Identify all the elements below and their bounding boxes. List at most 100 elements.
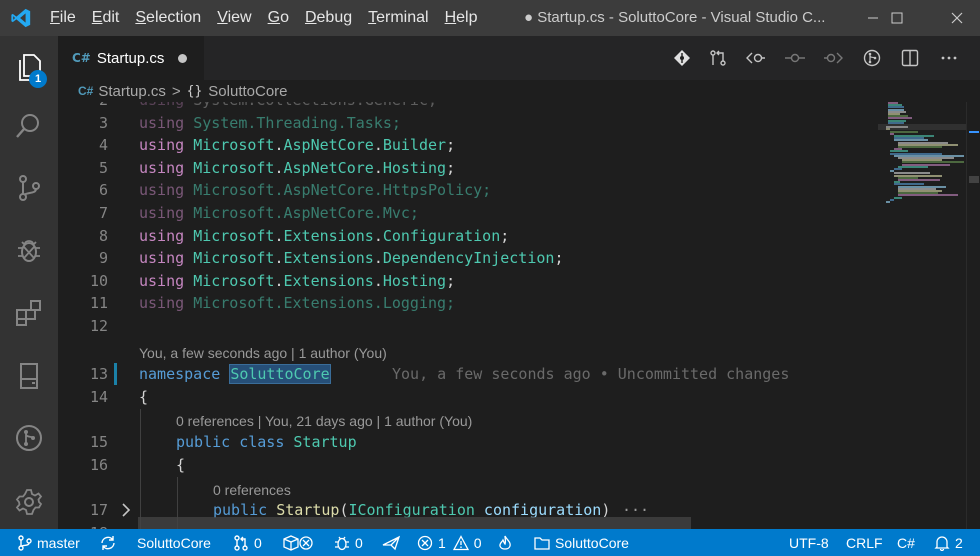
code-line-8: 8 using Microsoft.Extensions.Configuratio…	[58, 225, 878, 248]
fold-chevron-icon[interactable]	[118, 499, 134, 521]
vertical-scrollbar[interactable]	[966, 102, 980, 529]
pull-requests-indicator[interactable]: 0	[233, 529, 262, 556]
branch-indicator[interactable]: master	[18, 529, 80, 556]
minimap-line	[898, 165, 928, 168]
inline-blame: You, a few seconds ago • Uncommitted cha…	[392, 365, 790, 383]
csharp-file-icon: C#	[72, 51, 91, 65]
toggle-blame-icon[interactable]	[860, 46, 884, 70]
code-token: DependencyInjection	[382, 249, 555, 268]
tab-label: Startup.cs	[96, 49, 165, 67]
settings-gear-icon[interactable]	[0, 474, 58, 530]
menu-view[interactable]: View	[209, 0, 259, 36]
gitlens-icon[interactable]	[0, 410, 58, 466]
code-text: using Microsoft.AspNetCore.Builder;	[139, 134, 455, 157]
project-name[interactable]: SoluttoCore	[137, 529, 211, 556]
revision-dot-icon[interactable]	[783, 46, 807, 70]
notification-count: 2	[955, 534, 963, 551]
tab-startup-cs[interactable]: C# Startup.cs	[58, 36, 204, 80]
debug-sessions-indicator[interactable]: 0	[334, 529, 363, 556]
close-window-button[interactable]	[934, 0, 980, 36]
breadcrumb-separator: >	[171, 82, 181, 100]
code-token: Microsoft.AspNetCore.Mvc;	[193, 204, 419, 222]
explorer-badge: 1	[29, 70, 47, 88]
next-revision-icon[interactable]	[821, 46, 845, 70]
menu-terminal[interactable]: Terminal	[360, 0, 436, 36]
test-explorer-icon[interactable]	[282, 529, 319, 556]
line-number: 9	[98, 249, 108, 268]
debug-icon[interactable]	[0, 222, 58, 278]
code-line-9: 9 using Microsoft.Extensions.DependencyIn…	[58, 247, 878, 270]
code-token: .	[373, 226, 383, 245]
code-text: using Microsoft.Extensions.Hosting;	[139, 270, 455, 293]
minimap-viewport[interactable]	[878, 124, 966, 130]
open-changes-icon[interactable]	[706, 46, 730, 70]
eol-selector[interactable]: CRLF	[846, 529, 883, 556]
breadcrumb-namespace[interactable]: SoluttoCore	[208, 83, 287, 100]
keyword: public	[176, 433, 240, 451]
code-token: using	[139, 136, 194, 155]
menu-selection[interactable]: Selection	[127, 0, 209, 36]
minimap-line	[886, 201, 890, 203]
explorer-icon[interactable]: 1	[0, 39, 58, 95]
line-number: 13	[89, 365, 108, 383]
line-number: 6	[98, 181, 108, 200]
split-editor-icon[interactable]	[898, 46, 922, 70]
code-line-5: 5 using Microsoft.AspNetCore.Hosting;	[58, 157, 878, 180]
more-actions-icon[interactable]	[937, 46, 961, 70]
code-token: using	[139, 226, 194, 245]
line-number: 5	[98, 158, 108, 177]
extensions-icon[interactable]	[0, 284, 58, 340]
search-icon[interactable]	[0, 98, 58, 154]
minimap-line	[898, 146, 942, 148]
codelens-constructor[interactable]: 0 references	[213, 480, 291, 500]
code-line-11: 11 using Microsoft.Extensions.Logging;	[58, 292, 878, 315]
horizontal-scrollbar[interactable]	[138, 517, 691, 529]
keyword: class	[239, 433, 294, 451]
menu-edit[interactable]: Edit	[84, 0, 128, 36]
code-token: AspNetCore	[283, 136, 374, 155]
flame-icon[interactable]	[498, 529, 517, 556]
line-number: 7	[98, 204, 108, 222]
code-token: using	[139, 294, 194, 313]
editor-tabs: C# Startup.cs	[58, 36, 980, 80]
previous-revision-icon[interactable]	[744, 46, 768, 70]
remote-explorer-icon[interactable]	[0, 348, 58, 404]
code-text: using Microsoft.AspNetCore.Mvc;	[139, 202, 419, 225]
minimap[interactable]	[878, 102, 966, 529]
workspace-folder[interactable]: SoluttoCore	[534, 529, 629, 556]
live-share-icon[interactable]	[382, 529, 405, 556]
scrollbar-thumb[interactable]	[969, 176, 979, 183]
line-number: 4	[98, 136, 108, 155]
menu-file[interactable]: File	[42, 0, 84, 36]
menu-debug[interactable]: Debug	[297, 0, 360, 36]
code-token: Hosting	[382, 271, 447, 290]
code-text: namespace SoluttoCore	[139, 363, 331, 386]
menu-help[interactable]: Help	[437, 0, 486, 36]
code-token: using	[139, 158, 194, 177]
code-token: Extensions	[283, 271, 374, 290]
menu-go[interactable]: Go	[260, 0, 297, 36]
notifications-indicator[interactable]: 2	[934, 529, 963, 556]
line-number: 12	[89, 317, 108, 335]
code-token: Microsoft	[193, 136, 275, 155]
minimap-line	[898, 194, 958, 197]
code-line-13: 13 namespace SoluttoCore You, a few seco…	[58, 363, 878, 386]
code-text: using System.Threading.Tasks;	[139, 112, 401, 135]
unsaved-dot-icon[interactable]	[178, 53, 188, 63]
source-control-icon[interactable]	[0, 160, 58, 216]
sync-icon[interactable]	[100, 529, 121, 556]
codelens-class[interactable]: 0 references | You, 21 days ago | 1 auth…	[176, 411, 472, 431]
git-change-marker[interactable]	[114, 363, 117, 385]
code-text: using Microsoft.Extensions.Configuration…	[139, 225, 509, 248]
code-line-16: 16 {	[58, 454, 878, 477]
code-text: using Microsoft.Extensions.DependencyInj…	[139, 247, 563, 270]
breadcrumb-file[interactable]: Startup.cs	[98, 83, 166, 100]
gitlens-commit-icon[interactable]	[670, 46, 694, 70]
codelens-namespace[interactable]: You, a few seconds ago | 1 author (You)	[139, 343, 387, 363]
encoding-selector[interactable]: UTF-8	[789, 529, 829, 556]
language-mode[interactable]: C#	[897, 529, 915, 556]
problems-indicator[interactable]: 1 0	[417, 529, 482, 556]
code-editor[interactable]: You, a few seconds ago | 1 author (You) …	[58, 102, 878, 529]
code-token: Extensions	[283, 226, 374, 245]
maximize-button[interactable]	[874, 0, 920, 36]
